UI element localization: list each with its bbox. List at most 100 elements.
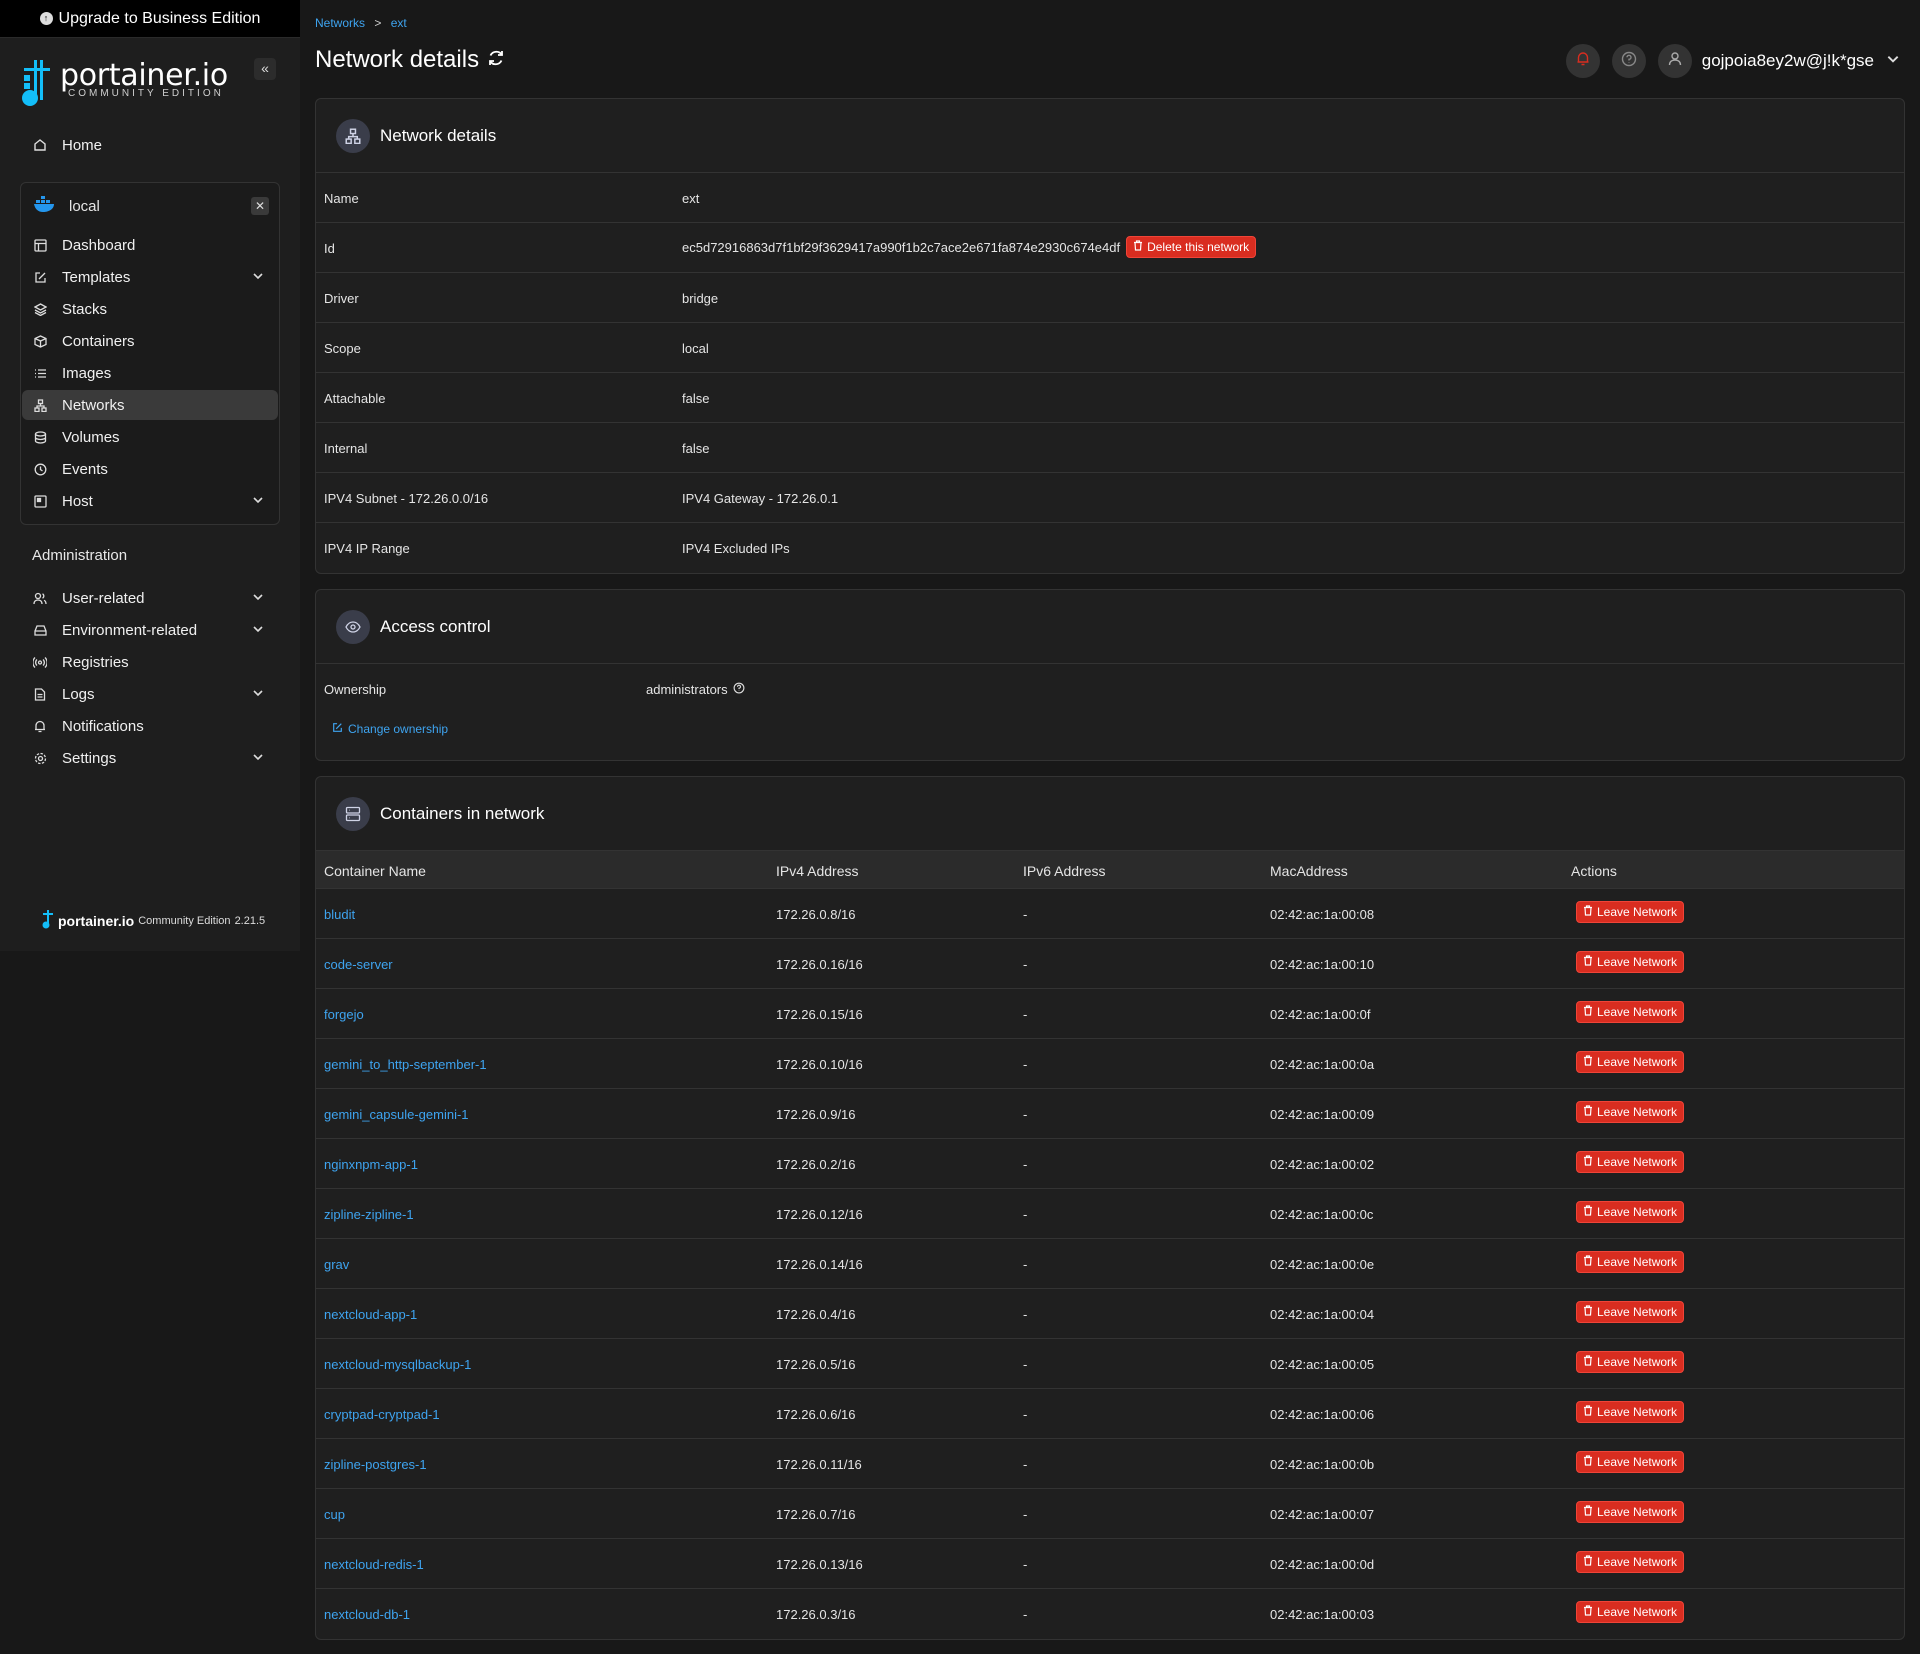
column-header[interactable]: Container Name bbox=[324, 863, 426, 879]
chevron-down-icon bbox=[252, 686, 264, 703]
leave-network-button[interactable]: Leave Network bbox=[1576, 951, 1685, 973]
leave-network-button[interactable]: Leave Network bbox=[1576, 1351, 1685, 1373]
chevron-down-icon[interactable] bbox=[1886, 52, 1900, 71]
change-ownership-link[interactable]: Change ownership bbox=[332, 722, 448, 736]
column-header[interactable]: IPv6 Address bbox=[1023, 863, 1106, 879]
ipv4-address: 172.26.0.8/16 bbox=[776, 907, 856, 922]
trash-icon bbox=[1583, 1505, 1593, 1519]
detail-value: false bbox=[682, 391, 710, 406]
container-name-link[interactable]: nextcloud-app-1 bbox=[324, 1307, 417, 1322]
leave-network-button[interactable]: Leave Network bbox=[1576, 1551, 1685, 1573]
mac-address: 02:42:ac:1a:00:0a bbox=[1270, 1057, 1375, 1072]
sidebar-item-user-related[interactable]: User-related bbox=[22, 583, 278, 613]
sidebar-item-templates[interactable]: Templates bbox=[22, 262, 278, 292]
sidebar-item-label: Containers bbox=[62, 332, 135, 350]
ipv6-address: - bbox=[1023, 1407, 1028, 1422]
user-avatar[interactable] bbox=[1657, 44, 1692, 78]
container-name-link[interactable]: nextcloud-mysqlbackup-1 bbox=[324, 1357, 471, 1372]
leave-network-button[interactable]: Leave Network bbox=[1576, 1201, 1685, 1223]
sidebar-item-host[interactable]: Host bbox=[22, 486, 278, 516]
container-name-link[interactable]: code-server bbox=[324, 957, 393, 972]
upgrade-banner[interactable]: ↑ Upgrade to Business Edition bbox=[0, 0, 300, 38]
leave-network-button[interactable]: Leave Network bbox=[1576, 1501, 1685, 1523]
sidebar-item-images[interactable]: Images bbox=[22, 358, 278, 388]
leave-network-button[interactable]: Leave Network bbox=[1576, 1151, 1685, 1173]
collapse-sidebar-button[interactable]: « bbox=[254, 58, 276, 80]
table-body: bludit 172.26.0.8/16 - 02:42:ac:1a:00:08 Lea… bbox=[316, 889, 1904, 1639]
close-environment-button[interactable]: ✕ bbox=[251, 197, 269, 215]
edit-icon bbox=[32, 271, 48, 284]
container-name-link[interactable]: gemini_to_http-september-1 bbox=[324, 1057, 487, 1072]
trash-icon bbox=[1583, 1155, 1593, 1169]
container-name-link[interactable]: nextcloud-db-1 bbox=[324, 1607, 410, 1622]
ipv4-address: 172.26.0.12/16 bbox=[776, 1207, 863, 1222]
table-row: gemini_to_http-september-1 172.26.0.10/16… bbox=[316, 1039, 1904, 1089]
trash-icon bbox=[1583, 1005, 1593, 1019]
container-name-link[interactable]: grav bbox=[324, 1257, 349, 1272]
sidebar-item-home[interactable]: Home bbox=[22, 130, 278, 160]
leave-network-label: Leave Network bbox=[1597, 905, 1678, 919]
detail-key: Driver bbox=[324, 291, 359, 306]
leave-network-button[interactable]: Leave Network bbox=[1576, 901, 1685, 923]
sidebar-item-settings[interactable]: Settings bbox=[22, 743, 278, 773]
leave-network-label: Leave Network bbox=[1597, 1205, 1678, 1219]
container-name-link[interactable]: zipline-postgres-1 bbox=[324, 1457, 427, 1472]
trash-icon bbox=[1133, 240, 1143, 254]
ipv4-address: 172.26.0.13/16 bbox=[776, 1557, 863, 1572]
breadcrumb-networks-link[interactable]: Networks bbox=[315, 16, 365, 30]
container-name-link[interactable]: nextcloud-redis-1 bbox=[324, 1557, 424, 1572]
ipv4-address: 172.26.0.11/16 bbox=[776, 1457, 862, 1472]
sidebar-item-registries[interactable]: Registries bbox=[22, 647, 278, 677]
help-button[interactable] bbox=[1611, 44, 1646, 78]
container-name-link[interactable]: cup bbox=[324, 1507, 345, 1522]
sidebar-item-dashboard[interactable]: Dashboard bbox=[22, 230, 278, 260]
sidebar-item-networks[interactable]: Networks bbox=[22, 390, 278, 420]
chevron-down-icon bbox=[252, 750, 264, 767]
database-icon bbox=[32, 430, 48, 444]
leave-network-button[interactable]: Leave Network bbox=[1576, 1251, 1685, 1273]
sidebar-item-volumes[interactable]: Volumes bbox=[22, 422, 278, 452]
sidebar-item-label: Stacks bbox=[62, 300, 108, 318]
sidebar-item-notifications[interactable]: Notifications bbox=[22, 711, 278, 741]
notifications-button[interactable] bbox=[1565, 44, 1600, 78]
sidebar-item-logs[interactable]: Logs bbox=[22, 679, 278, 709]
delete-network-button[interactable]: Delete this network bbox=[1126, 236, 1257, 258]
ipv6-address: - bbox=[1023, 1107, 1028, 1122]
column-header: Actions bbox=[1571, 863, 1617, 879]
network-icon bbox=[336, 118, 370, 153]
container-name-link[interactable]: cryptpad-cryptpad-1 bbox=[324, 1407, 440, 1422]
container-name-link[interactable]: bludit bbox=[324, 907, 355, 922]
sidebar-item-events[interactable]: Events bbox=[22, 454, 278, 484]
table-row: gemini_capsule-gemini-1 172.26.0.9/16 - 02:… bbox=[316, 1089, 1904, 1139]
refresh-icon[interactable] bbox=[487, 46, 505, 74]
container-name-link[interactable]: nginxnpm-app-1 bbox=[324, 1157, 418, 1172]
sidebar-item-label: Registries bbox=[62, 653, 129, 671]
table-row: cup 172.26.0.7/16 - 02:42:ac:1a:00:07 Leave … bbox=[316, 1489, 1904, 1539]
leave-network-button[interactable]: Leave Network bbox=[1576, 1451, 1685, 1473]
table-row: cryptpad-cryptpad-1 172.26.0.6/16 - 02:42:a… bbox=[316, 1389, 1904, 1439]
sidebar-item-containers[interactable]: Containers bbox=[22, 326, 278, 356]
leave-network-button[interactable]: Leave Network bbox=[1576, 1601, 1685, 1623]
user-name[interactable]: gojpoia8ey2w@j!k*gse bbox=[1702, 51, 1874, 71]
portainer-small-logo-icon bbox=[42, 909, 54, 932]
container-name-link[interactable]: zipline-zipline-1 bbox=[324, 1207, 414, 1222]
container-name-link[interactable]: gemini_capsule-gemini-1 bbox=[324, 1107, 469, 1122]
leave-network-button[interactable]: Leave Network bbox=[1576, 1051, 1685, 1073]
column-header[interactable]: MacAddress bbox=[1270, 863, 1348, 879]
leave-network-button[interactable]: Leave Network bbox=[1576, 1301, 1685, 1323]
breadcrumb-current-link[interactable]: ext bbox=[391, 16, 407, 30]
leave-network-button[interactable]: Leave Network bbox=[1576, 1001, 1685, 1023]
column-header[interactable]: IPv4 Address bbox=[776, 863, 859, 879]
sidebar-item-stacks[interactable]: Stacks bbox=[22, 294, 278, 324]
sidebar-item-environment-related[interactable]: Environment-related bbox=[22, 615, 278, 645]
arrow-up-icon: ↑ bbox=[39, 12, 53, 25]
help-circle-icon[interactable] bbox=[733, 682, 745, 697]
leave-network-button[interactable]: Leave Network bbox=[1576, 1101, 1685, 1123]
container-name-link[interactable]: forgejo bbox=[324, 1007, 364, 1022]
ipv6-address: - bbox=[1023, 1357, 1028, 1372]
sidebar-item-label: Home bbox=[62, 136, 103, 154]
gear-icon bbox=[32, 752, 48, 765]
detail-value: local bbox=[682, 341, 709, 356]
leave-network-button[interactable]: Leave Network bbox=[1576, 1401, 1685, 1423]
table-row: nextcloud-redis-1 172.26.0.13/16 - 02:42:ac… bbox=[316, 1539, 1904, 1589]
